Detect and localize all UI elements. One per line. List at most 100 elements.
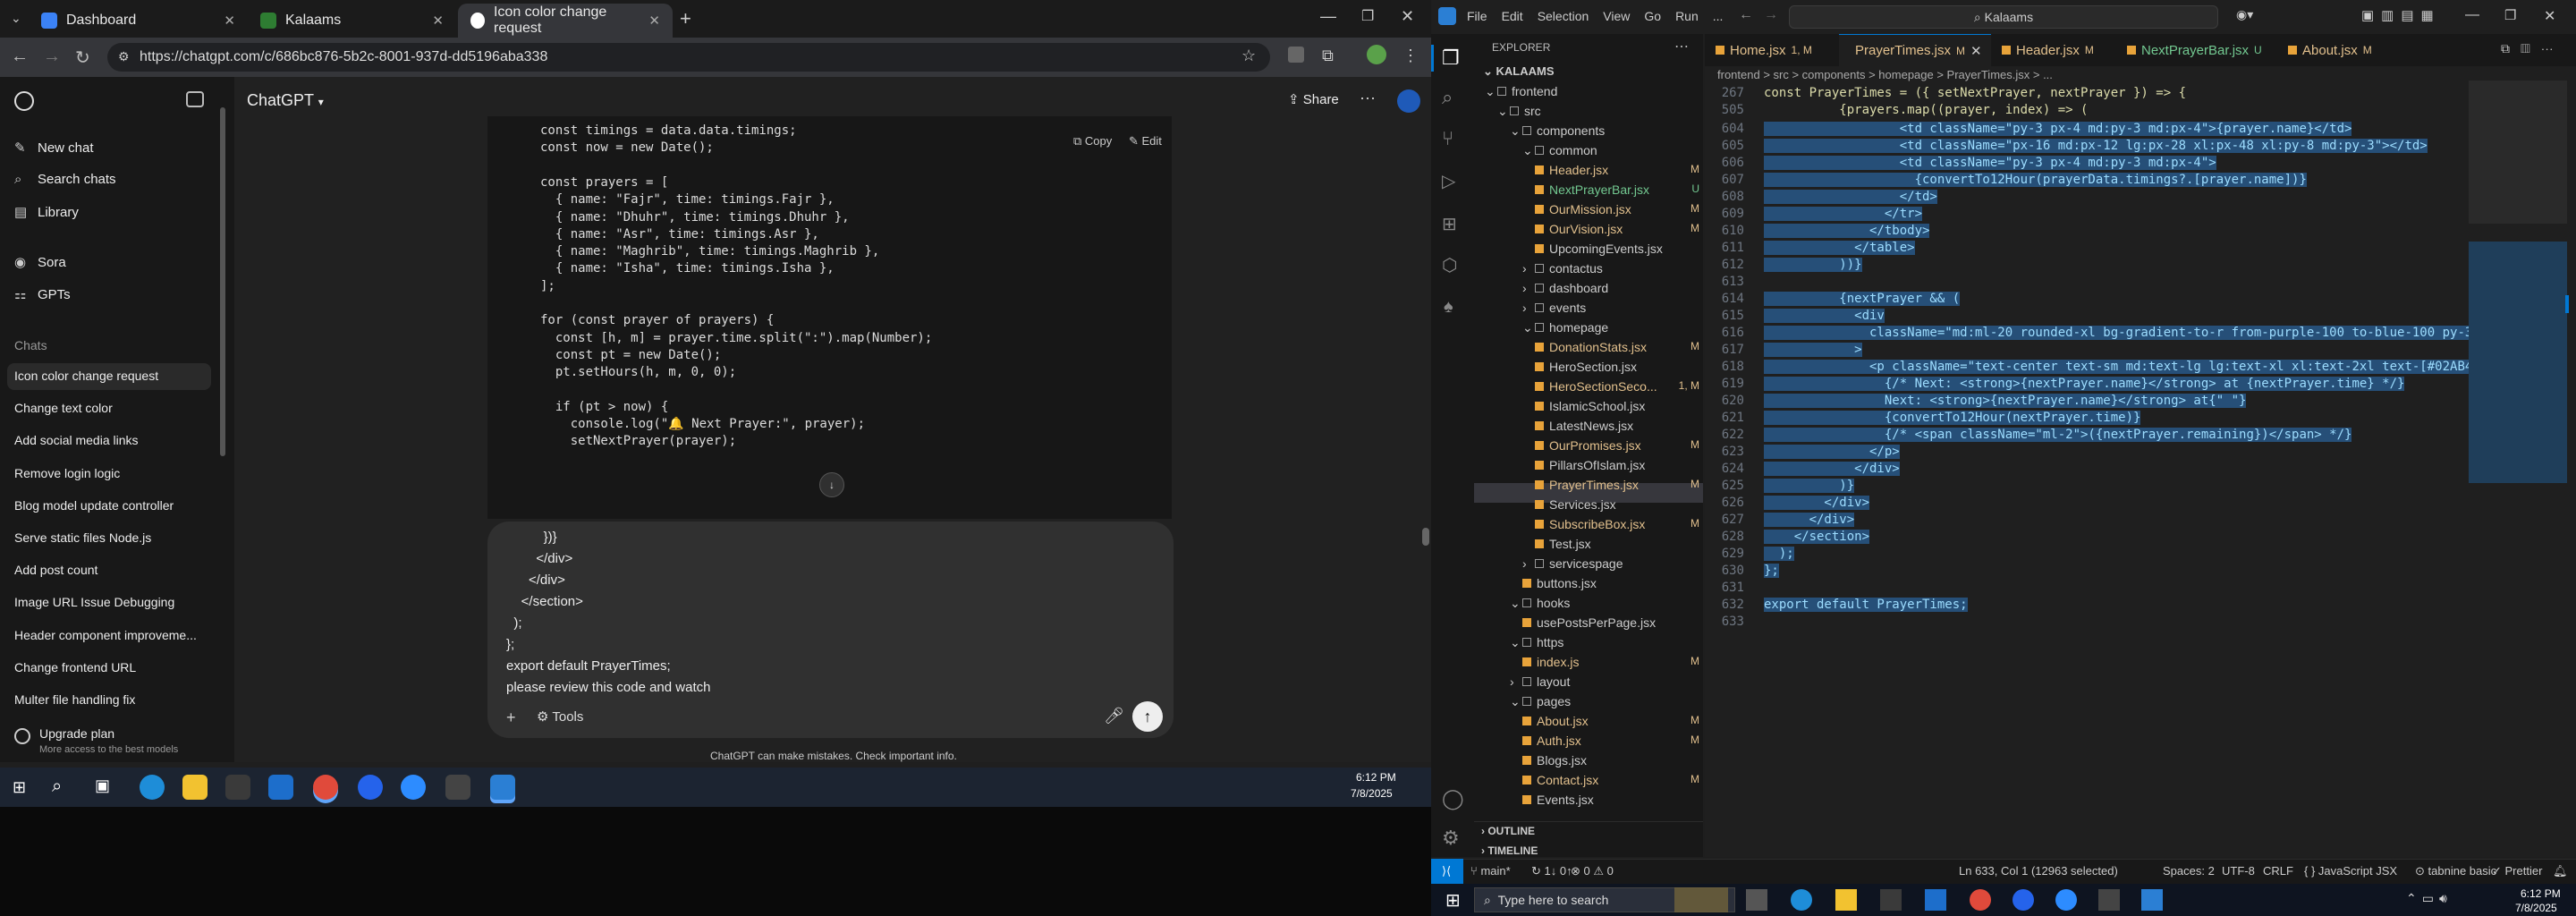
store-icon[interactable] (1880, 889, 1902, 911)
encoding[interactable]: UTF-8 (2222, 864, 2255, 878)
code-line[interactable]: Next: <strong>{nextPrayer.name}</strong>… (1764, 394, 2247, 408)
minimize-icon[interactable]: — (1320, 7, 1336, 26)
nav-forward-icon[interactable]: → (1764, 7, 1778, 23)
menu-item[interactable]: ... (1713, 9, 1724, 23)
code-line[interactable]: )} (1764, 479, 1855, 493)
tree-file[interactable]: OurMission.jsx M (1535, 202, 1699, 216)
upgrade-plan-title[interactable]: Upgrade plan (39, 726, 114, 741)
tree-file[interactable]: buttons.jsx (1522, 576, 1699, 590)
tree-folder[interactable]: › contactus (1522, 261, 1699, 276)
tree-file[interactable]: Services.jsx (1535, 497, 1699, 512)
code-line[interactable]: ))} (1764, 258, 1862, 272)
windows-start-icon[interactable]: ⊞ (1445, 889, 1461, 912)
indentation[interactable]: Spaces: 2 (2163, 864, 2215, 878)
prettier-status[interactable]: ✓ Prettier (2492, 864, 2542, 878)
chat-history-item[interactable]: Serve static files Node.js (14, 530, 151, 545)
tree-file[interactable]: IslamicSchool.jsx (1535, 399, 1699, 413)
tree-file[interactable]: UpcomingEvents.jsx (1535, 242, 1699, 256)
menu-item[interactable]: View (1603, 9, 1630, 23)
command-center-search[interactable]: ⌕ Kalaams (1789, 5, 2218, 29)
task-view-icon[interactable] (1746, 889, 1767, 911)
chrome-icon[interactable] (313, 775, 338, 800)
nav-back-icon[interactable]: ← (1739, 7, 1753, 23)
tree-file[interactable]: Events.jsx (1522, 793, 1699, 807)
tree-folder[interactable]: ⌄ hooks (1510, 596, 1699, 611)
code-line[interactable]: {convertTo12Hour(prayerData.timings?.[pr… (1764, 173, 2307, 187)
tree-file[interactable]: usePostsPerPage.jsx (1522, 615, 1699, 630)
site-info-icon[interactable]: ⚙ (118, 49, 130, 64)
tree-file[interactable]: Auth.jsx M (1522, 734, 1699, 748)
git-sync[interactable]: ↻ 1↓ 0↑ (1531, 864, 1572, 878)
chat-history-item[interactable]: Blog model update controller (14, 498, 174, 513)
menu-item[interactable]: Edit (1502, 9, 1523, 23)
code-line[interactable]: className="md:ml-20 rounded-xl bg-gradie… (1764, 326, 2496, 340)
close-icon[interactable]: ✕ (224, 13, 235, 29)
edit-button[interactable]: ✎ Edit (1129, 134, 1162, 148)
code-line[interactable]: {convertTo12Hour(nextPrayer.time)} (1764, 411, 2141, 425)
tree-folder[interactable]: › events (1522, 301, 1699, 315)
code-line[interactable]: </tr> (1764, 207, 1923, 221)
tree-file[interactable]: HeroSection.jsx (1535, 360, 1699, 374)
code-line[interactable]: </tbody> (1764, 224, 1930, 238)
chat-history-item[interactable]: Multer file handling fix (14, 692, 135, 707)
model-selector[interactable]: ChatGPT ▾ (247, 91, 324, 110)
chat-history-item[interactable]: Change text color (14, 401, 113, 415)
bookmark-star-icon[interactable]: ☆ (1241, 47, 1256, 65)
sidebar-item-search[interactable]: ⌕ Search chats (14, 172, 116, 187)
windows-start-icon[interactable]: ⊞ (13, 778, 26, 797)
maximize-icon[interactable]: ❐ (1361, 7, 1374, 25)
editor-tab[interactable]: Home.jsx 1, M (1705, 34, 1839, 66)
tree-file[interactable]: index.js M (1522, 655, 1699, 669)
tree-file[interactable]: PillarsOfIslam.jsx (1535, 458, 1699, 472)
microphone-icon[interactable]: 🎤︎ (1104, 707, 1124, 725)
code-line[interactable]: </section> (1764, 530, 1870, 544)
close-window-icon[interactable]: ✕ (2544, 7, 2555, 25)
new-tab-icon[interactable]: + (680, 7, 691, 30)
app-icon[interactable] (358, 775, 383, 800)
line-ending[interactable]: CRLF (2263, 864, 2293, 878)
tree-file[interactable]: HeroSectionSeco... 1, M (1535, 379, 1699, 394)
chat-history-item[interactable]: Remove login logic (14, 466, 120, 480)
code-line[interactable]: <td className="py-3 px-4 md:py-3 md:px-4… (1764, 122, 2352, 136)
tree-folder[interactable]: ⌄ frontend (1485, 84, 1699, 99)
code-line[interactable]: </table> (1764, 241, 1915, 255)
tree-file[interactable]: Header.jsx M (1535, 163, 1699, 177)
file-explorer-icon[interactable] (182, 775, 208, 800)
explorer-more-icon[interactable]: ⋯ (1674, 38, 1689, 55)
app-icon[interactable] (2012, 889, 2034, 911)
editor-actions-icons[interactable]: ⧉▥⋯ (2501, 41, 2564, 56)
tab-icon-color-change[interactable]: Icon color change request ✕ (458, 4, 673, 38)
store-icon[interactable] (225, 775, 250, 800)
tree-file[interactable]: PrayerTimes.jsx M (1535, 478, 1699, 492)
code-line[interactable]: }; (1764, 564, 1779, 578)
chat-scrollbar[interactable] (1422, 528, 1429, 546)
message-composer[interactable] (487, 522, 1174, 738)
extensions-puzzle-icon[interactable]: ⧉ (1322, 47, 1334, 65)
code-line[interactable]: > (1764, 343, 1862, 357)
reload-icon[interactable]: ↻ (75, 47, 90, 69)
edge-icon[interactable] (1791, 889, 1812, 911)
tree-folder[interactable]: ⌄ https (1510, 635, 1699, 650)
settings-gear-icon[interactable]: ⚙ (1442, 827, 1460, 850)
minimize-icon[interactable]: — (2465, 7, 2479, 23)
tree-file[interactable]: SubscribeBox.jsx M (1535, 517, 1699, 531)
timeline-section[interactable]: › TIMELINE (1481, 844, 1538, 857)
address-bar[interactable]: https://chatgpt.com/c/686bc876-5b2c-8001… (107, 43, 1270, 72)
editor-tab[interactable]: NextPrayerBar.jsx U (2116, 34, 2277, 66)
tree-folder[interactable]: › servicespage (1522, 556, 1699, 571)
code-line[interactable]: </p> (1764, 445, 1900, 459)
code-line[interactable]: <td className="py-3 px-4 md:py-3 md:px-4… (1764, 156, 2216, 170)
code-line[interactable]: {nextPrayer && ( (1764, 292, 1961, 306)
tree-file[interactable]: LatestNews.jsx (1535, 419, 1699, 433)
maximize-icon[interactable]: ❐ (2504, 7, 2516, 23)
tab-dashboard[interactable]: Dashboard ✕ (29, 4, 248, 38)
tree-folder[interactable]: ⌄ pages (1510, 694, 1699, 709)
copilot-icon[interactable]: ◉▾ (2236, 7, 2253, 22)
sidebar-item-new-chat[interactable]: ✎ New chat (14, 140, 94, 156)
project-header[interactable]: ⌄ KALAAMS (1483, 64, 1555, 79)
tree-folder[interactable]: ⌄ common (1522, 143, 1699, 158)
scroll-down-icon[interactable]: ↓ (819, 472, 844, 497)
code-line[interactable]: {/* <span className="ml-2">({nextPrayer.… (1764, 428, 2352, 442)
tree-folder[interactable]: ⌄ src (1497, 104, 1699, 119)
minimap[interactable] (2469, 81, 2569, 814)
